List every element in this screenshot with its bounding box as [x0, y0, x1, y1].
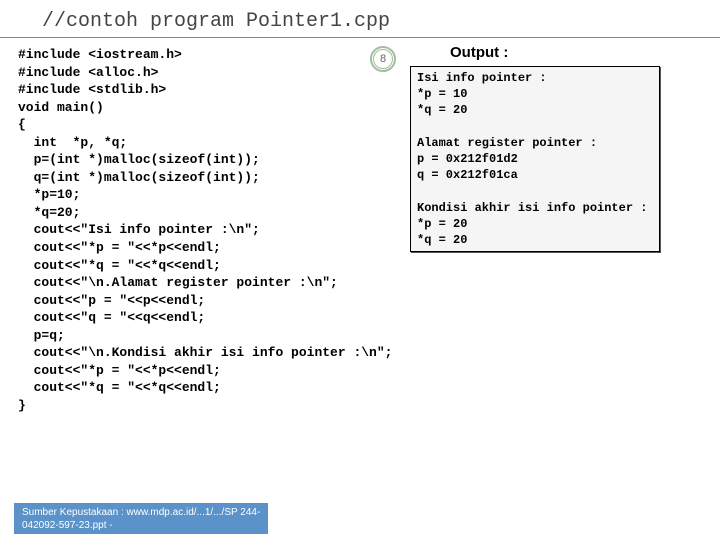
footer-line-1: Sumber Kepustakaan : www.mdp.ac.id/...1/… — [22, 507, 260, 518]
page-badge: 8 — [370, 46, 396, 72]
footer-citation: Sumber Kepustakaan : www.mdp.ac.id/...1/… — [14, 503, 268, 534]
output-box: Isi info pointer : *p = 10 *q = 20 Alama… — [410, 66, 660, 252]
footer-line-2: 042092-597-23.ppt - — [22, 520, 113, 531]
content-area: #include <iostream.h> #include <alloc.h>… — [0, 38, 720, 414]
badge-number: 8 — [373, 49, 393, 69]
output-label: Output : — [450, 44, 508, 61]
slide-title: //contoh program Pointer1.cpp — [0, 0, 720, 37]
